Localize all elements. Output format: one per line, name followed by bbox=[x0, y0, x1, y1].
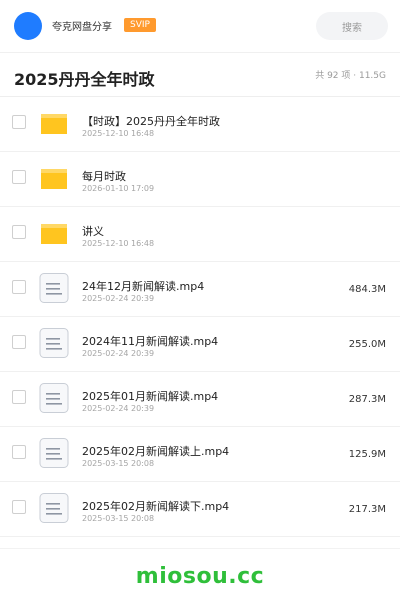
watermark: miosou.cc bbox=[135, 564, 265, 589]
item-date: 2025-02-24 20:39 bbox=[82, 349, 155, 358]
item-date: 2025-03-15 20:08 bbox=[82, 514, 155, 523]
file-row[interactable]: 2025年02月新闻解读下.mp4 2025-03-15 20:08 217.3M bbox=[0, 482, 400, 537]
item-date: 2025-02-24 20:39 bbox=[82, 294, 155, 303]
folder-row[interactable]: 每月时政 2026-01-10 17:09 bbox=[0, 152, 400, 207]
video-file-icon bbox=[38, 437, 70, 469]
folder-row[interactable]: 讲义 2025-12-10 16:48 bbox=[0, 207, 400, 262]
row-checkbox[interactable] bbox=[12, 225, 26, 239]
item-name[interactable]: 讲义 bbox=[82, 223, 104, 239]
item-name[interactable]: 2025年02月新闻解读上.mp4 bbox=[82, 443, 229, 459]
sharer-name: 夸克网盘分享 bbox=[52, 22, 112, 33]
folder-icon bbox=[38, 162, 70, 194]
search-button[interactable]: 搜索 bbox=[316, 12, 388, 40]
item-name[interactable]: 【时政】2025丹丹全年时政 bbox=[82, 113, 220, 129]
divider bbox=[0, 548, 400, 549]
row-checkbox[interactable] bbox=[12, 500, 26, 514]
item-size: 255.0M bbox=[348, 339, 386, 350]
file-row[interactable]: 2024年11月新闻解读.mp4 2025-02-24 20:39 255.0M bbox=[0, 317, 400, 372]
row-checkbox[interactable] bbox=[12, 115, 26, 129]
video-file-icon bbox=[38, 382, 70, 414]
file-row[interactable]: 2025年02月新闻解读上.mp4 2025-03-15 20:08 125.9M bbox=[0, 427, 400, 482]
folder-row[interactable]: 【时政】2025丹丹全年时政 2025-12-10 16:48 bbox=[0, 97, 400, 152]
item-name[interactable]: 2024年11月新闻解读.mp4 bbox=[82, 333, 218, 349]
folder-summary: 共 92 项 · 11.5G bbox=[315, 71, 386, 81]
video-file-icon bbox=[38, 327, 70, 359]
item-date: 2025-03-15 20:08 bbox=[82, 459, 155, 468]
svip-badge: SVIP bbox=[124, 18, 156, 32]
page: 夸克网盘分享 SVIP 搜索 2025丹丹全年时政 共 92 项 · 11.5G… bbox=[0, 0, 400, 600]
row-checkbox[interactable] bbox=[12, 445, 26, 459]
folder-icon bbox=[38, 107, 70, 139]
item-name[interactable]: 2025年01月新闻解读.mp4 bbox=[82, 388, 218, 404]
row-checkbox[interactable] bbox=[12, 280, 26, 294]
folder-title-row: 2025丹丹全年时政 共 92 项 · 11.5G bbox=[0, 52, 400, 97]
row-checkbox[interactable] bbox=[12, 390, 26, 404]
item-name[interactable]: 24年12月新闻解读.mp4 bbox=[82, 278, 204, 294]
item-date: 2025-12-10 16:48 bbox=[82, 239, 155, 248]
item-size: 125.9M bbox=[348, 449, 386, 460]
file-list: 【时政】2025丹丹全年时政 2025-12-10 16:48 每月时政 2026-0… bbox=[0, 97, 400, 537]
row-checkbox[interactable] bbox=[12, 170, 26, 184]
item-size: 287.3M bbox=[348, 394, 386, 405]
folder-icon bbox=[38, 217, 70, 249]
top-bar: 夸克网盘分享 SVIP 搜索 bbox=[0, 0, 400, 53]
row-checkbox[interactable] bbox=[12, 335, 26, 349]
item-size: 484.3M bbox=[348, 284, 386, 295]
item-date: 2025-02-24 20:39 bbox=[82, 404, 155, 413]
page-title: 2025丹丹全年时政 bbox=[14, 70, 155, 89]
item-name[interactable]: 2025年02月新闻解读下.mp4 bbox=[82, 498, 229, 514]
file-row[interactable]: 24年12月新闻解读.mp4 2025-02-24 20:39 484.3M bbox=[0, 262, 400, 317]
item-name[interactable]: 每月时政 bbox=[82, 168, 126, 184]
item-size: 217.3M bbox=[348, 504, 386, 515]
item-date: 2025-12-10 16:48 bbox=[82, 129, 155, 138]
video-file-icon bbox=[38, 272, 70, 304]
item-date: 2026-01-10 17:09 bbox=[82, 184, 155, 193]
avatar[interactable] bbox=[14, 12, 42, 40]
file-row[interactable]: 2025年01月新闻解读.mp4 2025-02-24 20:39 287.3M bbox=[0, 372, 400, 427]
video-file-icon bbox=[38, 492, 70, 524]
